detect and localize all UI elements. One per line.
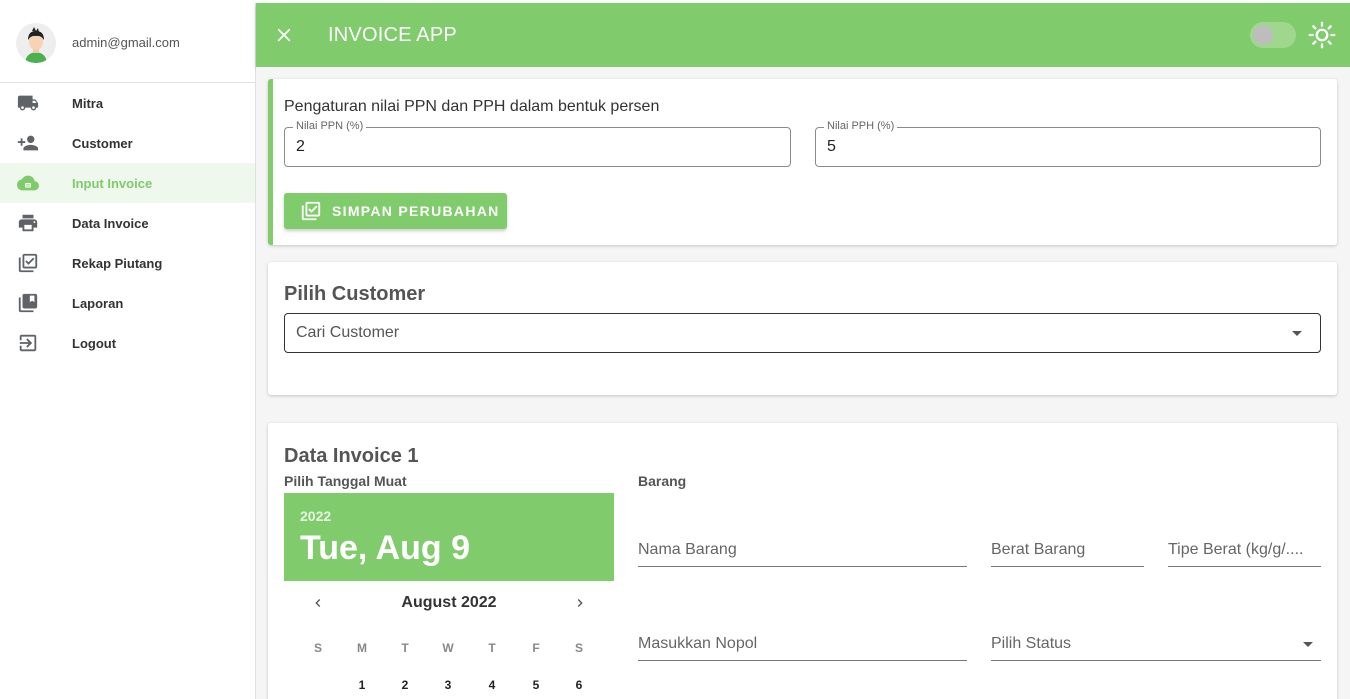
close-drawer-button[interactable] [256,3,312,67]
month-navigation: August 2022 [284,591,614,615]
user-email: admin@gmail.com [72,35,180,50]
cloud-upload-icon [16,171,40,195]
library-books-icon [16,291,40,315]
person-add-icon [16,131,40,155]
sidebar-item-rekap-piutang[interactable]: Rekap Piutang [0,243,255,283]
nopol-placeholder: Masukkan Nopol [638,635,758,652]
sidebar-item-logout[interactable]: Logout [0,323,255,363]
berat-barang-placeholder: Berat Barang [991,541,1086,558]
tipe-berat-select[interactable]: Tipe Berat (kg/g/.... [1168,535,1321,567]
checklist-icon [301,201,321,221]
calendar-day[interactable]: 6 [567,678,591,692]
date-picker-selected: Tue, Aug 9 [300,529,470,567]
weekday-label: T [401,641,409,655]
checklist-icon [16,251,40,275]
customer-placeholder: Cari Customer [296,324,400,341]
pph-field[interactable]: Nilai PPH (%) 5 [815,120,1321,167]
tax-settings-heading: Pengaturan nilai PPN dan PPH dalam bentu… [284,98,660,115]
sidebar-item-data-invoice[interactable]: Data Invoice [0,203,255,243]
nama-barang-placeholder: Nama Barang [638,541,737,558]
calendar-day[interactable]: 2 [393,678,417,692]
sidebar-item-customer[interactable]: Customer [0,123,255,163]
status-placeholder: Pilih Status [991,635,1072,652]
weekday-label: M [357,641,367,655]
ppn-value: 2 [296,138,305,155]
nama-barang-input[interactable]: Nama Barang [638,535,967,567]
truck-icon [16,91,40,115]
status-select[interactable]: Pilih Status [991,629,1321,661]
pph-label: Nilai PPH (%) [824,120,898,132]
customer-title: Pilih Customer [284,283,426,305]
weekday-label: F [532,641,540,655]
invoice-card: Data Invoice 1 Pilih Tanggal Muat Barang… [268,423,1337,699]
date-picker-year[interactable]: 2022 [300,508,331,524]
weekday-label: S [574,641,583,655]
logout-icon [16,331,40,355]
app-title: INVOICE APP [328,23,457,46]
customer-card: Pilih Customer Cari Customer [268,262,1337,395]
date-label: Pilih Tanggal Muat [284,473,407,489]
weekday-label: S [313,641,322,655]
sidebar-item-label: Laporan [72,295,124,311]
invoice-title: Data Invoice 1 [284,445,419,467]
close-icon [277,28,291,42]
toggle-knob [1253,25,1273,45]
pph-value: 5 [827,138,836,155]
tipe-berat-placeholder: Tipe Berat (kg/g/.... [1168,541,1304,558]
customer-select[interactable]: Cari Customer [284,313,1321,353]
sidebar-item-label: Data Invoice [72,215,149,231]
tax-settings-card: Pengaturan nilai PPN dan PPH dalam bentu… [268,79,1337,245]
calendar-day[interactable]: 5 [524,678,548,692]
calendar-day[interactable]: 3 [436,678,460,692]
calendar-day[interactable]: 1 [350,678,374,692]
sidebar-item-label: Rekap Piutang [72,255,163,271]
theme-toggle[interactable] [1250,22,1296,48]
save-changes-label: SIMPAN PERUBAHAN [332,203,500,219]
avatar [16,22,56,63]
sidebar-item-label: Mitra [72,95,104,111]
sun-icon[interactable] [1308,21,1336,49]
nopol-input[interactable]: Masukkan Nopol [638,629,967,661]
sidebar-item-label: Customer [72,135,133,151]
sidebar-item-laporan[interactable]: Laporan [0,283,255,323]
sidebar-item-mitra[interactable]: Mitra [0,83,255,123]
app-bar: INVOICE APP [256,3,1350,67]
sidebar-nav: Mitra Customer Input Invoice Data Invoic… [0,83,255,363]
main-content: Pengaturan nilai PPN dan PPH dalam bentu… [256,67,1350,699]
save-changes-button[interactable]: SIMPAN PERUBAHAN [284,193,507,229]
ppn-label: Nilai PPN (%) [293,120,367,132]
ppn-field[interactable]: Nilai PPN (%) 2 [284,120,791,167]
barang-label: Barang [638,473,687,489]
sidebar: admin@gmail.com Mitra Customer Input Inv… [0,3,256,699]
calendar-day[interactable]: 4 [480,678,504,692]
berat-barang-input[interactable]: Berat Barang [991,535,1144,567]
user-profile: admin@gmail.com [0,3,255,83]
dropdown-arrow-icon [1303,642,1313,647]
dropdown-arrow-icon [1292,331,1302,336]
sidebar-item-label: Input Invoice [72,175,153,191]
weekday-label: W [442,641,454,655]
month-label[interactable]: August 2022 [284,594,614,612]
printer-icon [16,211,40,235]
weekday-label: T [488,641,496,655]
sidebar-item-label: Logout [72,335,117,351]
chevron-right-icon[interactable] [572,595,588,611]
date-picker-header: 2022 Tue, Aug 9 [284,493,614,581]
sidebar-item-input-invoice[interactable]: Input Invoice [0,163,255,203]
